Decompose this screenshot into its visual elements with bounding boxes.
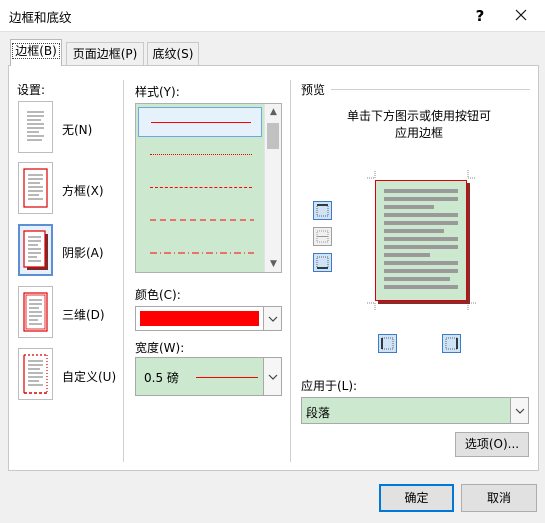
apply-to-dropdown-arrow[interactable] bbox=[510, 398, 528, 423]
close-button[interactable] bbox=[508, 4, 534, 28]
line-dash-dot-sample bbox=[150, 252, 254, 254]
crop-mark-top-right bbox=[467, 170, 476, 179]
tab-shading[interactable]: 底纹(S) bbox=[147, 42, 199, 66]
color-dropdown-arrow[interactable] bbox=[263, 307, 281, 330]
preview-label: 预览 bbox=[301, 83, 326, 97]
tab-borders[interactable]: 边框(B) bbox=[10, 39, 62, 66]
left-border-icon bbox=[381, 337, 394, 350]
preview-page[interactable] bbox=[375, 180, 467, 301]
preview-text-line bbox=[384, 261, 458, 265]
line-dashed-large-sample bbox=[150, 219, 254, 221]
right-border-button[interactable] bbox=[442, 334, 461, 353]
inside-horizontal-border-icon bbox=[316, 230, 329, 243]
tab-shading-label: 底纹(S) bbox=[152, 47, 194, 61]
title-bar: 边框和底纹 ? bbox=[0, 0, 545, 32]
preview-text-line bbox=[384, 245, 458, 249]
crop-mark-bottom-right bbox=[467, 302, 476, 311]
width-value: 0.5 磅 bbox=[144, 371, 179, 385]
preview-hint: 单击下方图示或使用按钮可 应用边框 bbox=[346, 109, 491, 140]
borders-panel: 设置: 无(N) 方框(X) 阴影(A) 三维(D) 自定义(U) 样式(Y):… bbox=[8, 65, 539, 471]
top-border-icon bbox=[316, 204, 329, 217]
chevron-down-icon bbox=[268, 374, 277, 380]
inside-horizontal-border-button[interactable] bbox=[313, 227, 332, 246]
style-item-dash-dot[interactable] bbox=[138, 239, 262, 269]
preview-text-line bbox=[384, 269, 458, 273]
width-dropdown[interactable]: 0.5 磅 bbox=[135, 357, 282, 396]
divider-right bbox=[290, 80, 291, 462]
preview-text-line bbox=[384, 189, 458, 193]
color-label: 颜色(C): bbox=[135, 288, 181, 302]
preview-text-line bbox=[384, 237, 458, 241]
setting-shadow-icon[interactable] bbox=[18, 224, 53, 276]
divider-left bbox=[123, 80, 124, 462]
dialog-title: 边框和底纹 bbox=[9, 10, 72, 25]
style-item-solid[interactable] bbox=[138, 107, 262, 137]
box-border-icon bbox=[23, 168, 48, 208]
tab-page-borders[interactable]: 页面边框(P) bbox=[66, 42, 144, 66]
shadow-border-icon bbox=[23, 230, 48, 270]
setting-none-icon[interactable] bbox=[18, 101, 53, 153]
setting-label: 设置: bbox=[17, 83, 46, 97]
tab-page-borders-label: 页面边框(P) bbox=[72, 47, 138, 61]
right-border-icon bbox=[445, 337, 458, 350]
scroll-thumb[interactable] bbox=[267, 123, 279, 149]
chevron-down-icon bbox=[515, 408, 524, 414]
setting-3d-label[interactable]: 三维(D) bbox=[62, 306, 105, 323]
chevron-down-icon bbox=[268, 316, 277, 322]
width-dropdown-arrow[interactable] bbox=[263, 358, 281, 395]
cancel-button[interactable]: 取消 bbox=[461, 484, 537, 512]
preview-divider bbox=[331, 89, 530, 90]
crop-mark-top-left bbox=[367, 170, 376, 179]
line-solid-sample bbox=[151, 122, 251, 123]
apply-to-label: 应用于(L): bbox=[301, 379, 358, 393]
style-label: 样式(Y): bbox=[135, 85, 180, 99]
custom-border-icon bbox=[23, 354, 48, 394]
setting-custom-label[interactable]: 自定义(U) bbox=[62, 368, 116, 385]
left-border-button[interactable] bbox=[378, 334, 397, 353]
preview-text-line bbox=[384, 229, 444, 233]
style-item-dashed-large[interactable] bbox=[138, 206, 262, 236]
preview-text-line bbox=[384, 197, 458, 201]
tab-borders-label: 边框(B) bbox=[12, 43, 60, 59]
preview-text-line bbox=[384, 253, 430, 257]
setting-box-label[interactable]: 方框(X) bbox=[62, 182, 104, 199]
style-listbox[interactable]: ▲ ▼ bbox=[135, 103, 282, 273]
bottom-border-button[interactable] bbox=[313, 253, 332, 272]
crop-mark-bottom-left bbox=[367, 302, 376, 311]
preview-text-line bbox=[384, 205, 434, 209]
setting-shadow-label[interactable]: 阴影(A) bbox=[62, 244, 104, 261]
scroll-up-icon[interactable]: ▲ bbox=[265, 104, 282, 120]
color-dropdown[interactable] bbox=[135, 306, 282, 331]
width-label: 宽度(W): bbox=[135, 341, 185, 355]
color-swatch bbox=[140, 311, 259, 326]
style-item-dashed-small[interactable] bbox=[138, 173, 262, 203]
setting-box-icon[interactable] bbox=[18, 162, 53, 214]
line-dotted-sample bbox=[150, 154, 252, 155]
width-line-sample bbox=[196, 377, 258, 378]
top-border-button[interactable] bbox=[313, 201, 332, 220]
setting-3d-icon[interactable] bbox=[18, 286, 53, 338]
apply-to-dropdown[interactable]: 段落 bbox=[301, 397, 529, 424]
scroll-down-icon[interactable]: ▼ bbox=[265, 256, 282, 272]
setting-none-label[interactable]: 无(N) bbox=[62, 121, 92, 138]
setting-custom-icon[interactable] bbox=[18, 348, 53, 400]
ok-button[interactable]: 确定 bbox=[379, 484, 454, 512]
help-button[interactable]: ? bbox=[468, 4, 492, 28]
options-button[interactable]: 选项(O)... bbox=[455, 432, 529, 457]
page-lines-icon bbox=[27, 111, 44, 141]
apply-to-value: 段落 bbox=[306, 406, 331, 420]
preview-text-line bbox=[384, 221, 458, 225]
line-dashed-small-sample bbox=[150, 187, 252, 188]
preview-text-line bbox=[384, 277, 450, 281]
style-scrollbar[interactable]: ▲ ▼ bbox=[264, 104, 281, 272]
three-d-border-icon bbox=[23, 292, 48, 332]
close-icon bbox=[515, 9, 527, 21]
preview-text-line bbox=[384, 285, 458, 289]
preview-text-line bbox=[384, 213, 458, 217]
style-item-dotted[interactable] bbox=[138, 140, 262, 170]
bottom-border-icon bbox=[316, 256, 329, 269]
